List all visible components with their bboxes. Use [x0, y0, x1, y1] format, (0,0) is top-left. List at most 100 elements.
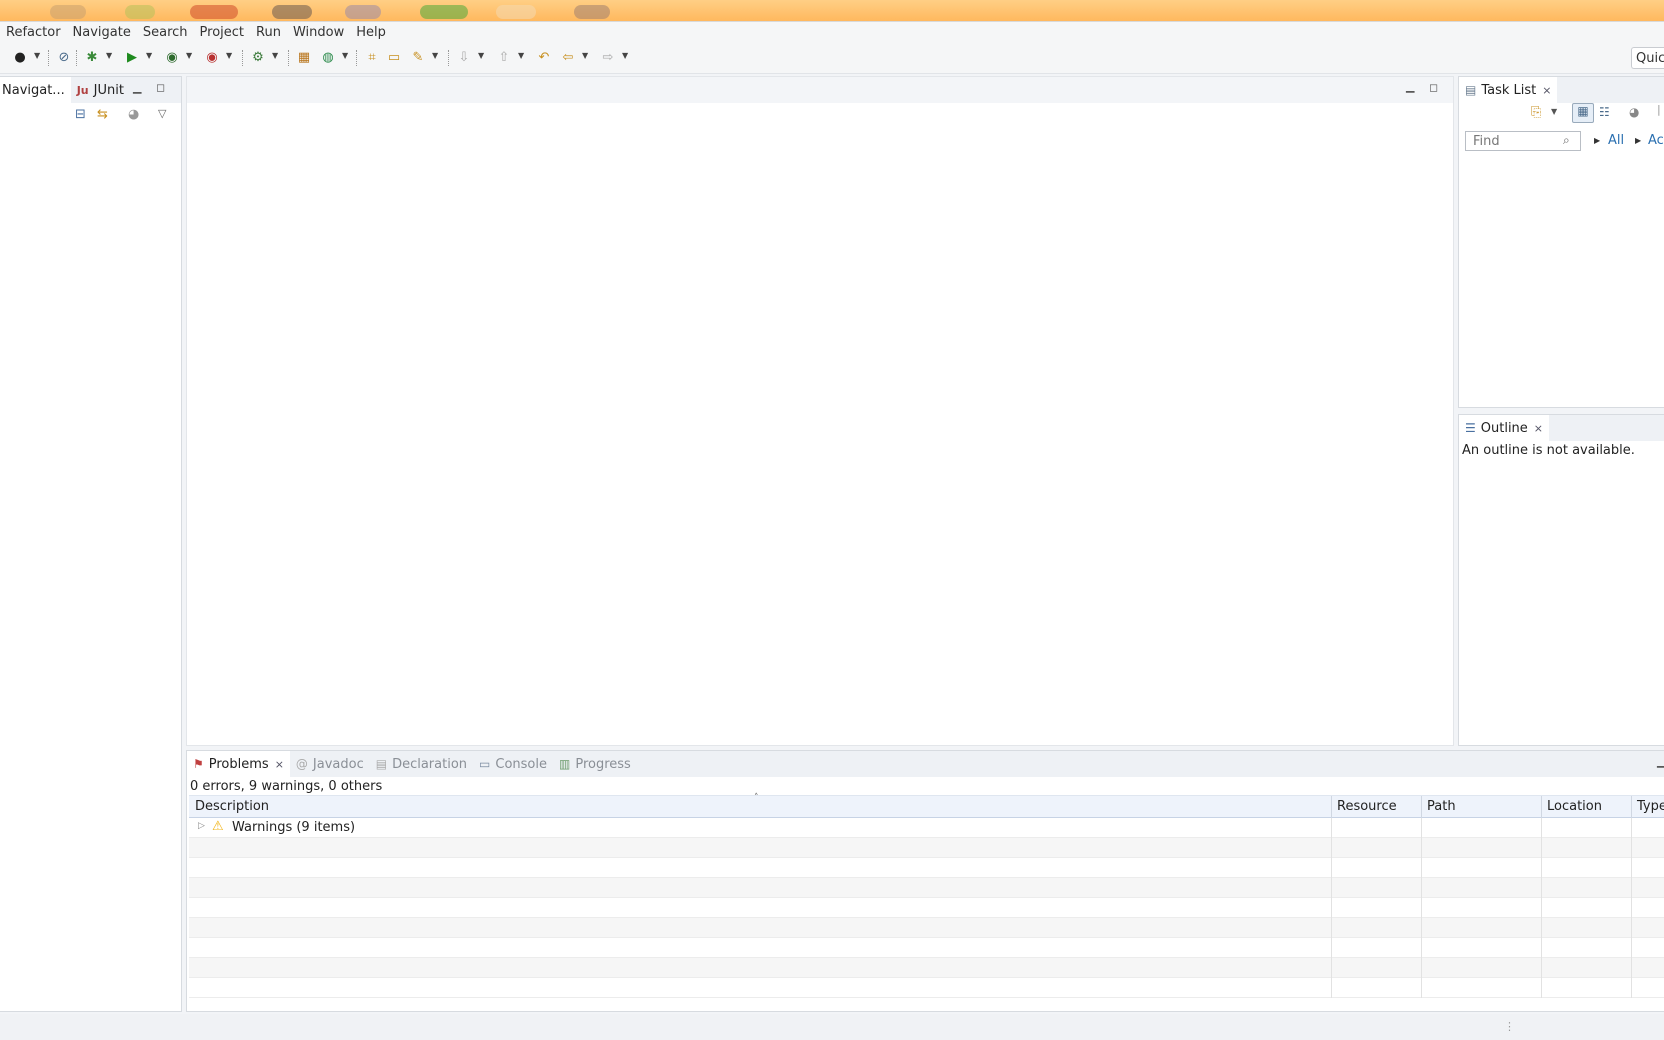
- taskbar-app-icon: [190, 5, 238, 19]
- table-cell: [1541, 958, 1542, 978]
- close-icon[interactable]: ⨯: [275, 758, 284, 771]
- external-tools-icon[interactable]: ◉: [204, 50, 220, 66]
- open-type-icon[interactable]: ⌗: [364, 50, 380, 66]
- task-filter-activate[interactable]: Ac: [1648, 133, 1664, 148]
- chevron-down-icon[interactable]: ▼: [622, 51, 631, 60]
- tab-javadoc[interactable]: @ Javadoc: [290, 751, 370, 777]
- navigator-tab-row: Navigat... Ju JUnit: [0, 77, 181, 103]
- tab-console[interactable]: ▭ Console: [473, 751, 553, 777]
- maximize-icon[interactable]: ◻: [1429, 81, 1438, 94]
- sort-ascending-icon: ˄: [754, 793, 759, 803]
- column-header-path[interactable]: Path: [1427, 799, 1456, 814]
- tab-progress[interactable]: ▥ Progress: [553, 751, 637, 777]
- tab-problems[interactable]: ⚑ Problems ⨯: [187, 751, 290, 777]
- search-icon[interactable]: ✎: [410, 50, 426, 66]
- new-package-icon[interactable]: ▦: [296, 50, 312, 66]
- tab-navigator[interactable]: Navigat...: [0, 77, 71, 103]
- run-icon[interactable]: ▶: [124, 50, 140, 66]
- menu-refactor[interactable]: Refactor: [0, 25, 67, 40]
- chevron-down-icon[interactable]: ▼: [186, 51, 195, 60]
- view-menu-icon[interactable]: ▽: [158, 107, 166, 120]
- status-bar: ⋮: [0, 1014, 1664, 1040]
- minimize-icon[interactable]: ▁: [1657, 755, 1664, 768]
- column-header-resource[interactable]: Resource: [1337, 799, 1397, 814]
- last-edit-location-icon[interactable]: ↶: [536, 50, 552, 66]
- menu-run[interactable]: Run: [250, 25, 287, 40]
- debug-icon[interactable]: ✱: [84, 50, 100, 66]
- close-icon[interactable]: ⨯: [1542, 84, 1551, 97]
- menu-search[interactable]: Search: [137, 25, 194, 40]
- chevron-down-icon[interactable]: ▼: [582, 51, 591, 60]
- tab-outline[interactable]: ☰ Outline ⨯: [1459, 415, 1550, 441]
- previous-annotation-icon[interactable]: ⇧: [496, 50, 512, 66]
- menu-project[interactable]: Project: [194, 25, 250, 40]
- tab-declaration[interactable]: ▤ Declaration: [370, 751, 473, 777]
- column-header-location[interactable]: Location: [1547, 799, 1602, 814]
- menu-navigate[interactable]: Navigate: [67, 25, 137, 40]
- chevron-down-icon[interactable]: ▼: [226, 51, 235, 60]
- chevron-down-icon[interactable]: ▼: [518, 51, 527, 60]
- menu-window[interactable]: Window: [287, 25, 350, 40]
- table-cell: [1331, 818, 1332, 838]
- skip-breakpoints-icon[interactable]: ⊘: [56, 50, 72, 66]
- back-arrow-icon[interactable]: ⇦: [560, 50, 576, 66]
- chevron-down-icon[interactable]: ▼: [342, 51, 351, 60]
- filter-icon[interactable]: ◕: [128, 107, 139, 122]
- table-cell: [1421, 878, 1422, 898]
- column-header-type[interactable]: Type: [1637, 799, 1664, 814]
- chevron-right-icon[interactable]: ▶: [1635, 136, 1641, 145]
- search-icon[interactable]: ⌕: [1563, 133, 1570, 148]
- open-task-icon[interactable]: ▭: [386, 50, 402, 66]
- chevron-down-icon[interactable]: ▼: [106, 51, 115, 60]
- editor-area[interactable]: ▁ ◻: [186, 76, 1454, 746]
- toolbar-separator: [448, 50, 449, 66]
- chevron-down-icon[interactable]: ▼: [478, 51, 487, 60]
- task-list-icon: ▤: [1465, 83, 1477, 97]
- column-header-description[interactable]: Description: [195, 799, 269, 814]
- column-divider[interactable]: [1331, 796, 1332, 818]
- categorized-view-icon[interactable]: ▦: [1572, 103, 1594, 123]
- taskbar-app-icon: [125, 5, 155, 19]
- column-divider[interactable]: [1541, 796, 1542, 818]
- table-cell: [1421, 958, 1422, 978]
- link-with-editor-icon[interactable]: ⇆: [97, 107, 108, 122]
- new-server-icon[interactable]: ⚙: [250, 50, 266, 66]
- menu-help[interactable]: Help: [350, 25, 392, 40]
- table-cell: [1631, 938, 1632, 958]
- chevron-right-icon[interactable]: ▶: [1594, 136, 1600, 145]
- new-task-icon[interactable]: ⎘: [1531, 105, 1541, 120]
- collapse-all-icon[interactable]: ⊟: [75, 107, 86, 122]
- table-cell: [1541, 878, 1542, 898]
- column-divider[interactable]: [1631, 796, 1632, 818]
- table-cell: [1631, 978, 1632, 998]
- coverage-icon[interactable]: ◉: [164, 50, 180, 66]
- minimize-icon[interactable]: ▁: [133, 81, 141, 94]
- status-bar-grip[interactable]: ⋮: [1504, 1020, 1515, 1033]
- column-divider[interactable]: [1421, 796, 1422, 818]
- focus-icon[interactable]: ◕: [1629, 105, 1639, 119]
- scheduled-view-icon[interactable]: ☷: [1599, 105, 1610, 119]
- task-filter-all[interactable]: All: [1608, 133, 1624, 148]
- chevron-down-icon[interactable]: ▼: [1551, 107, 1557, 116]
- user-icon[interactable]: ●: [12, 50, 28, 66]
- chevron-down-icon[interactable]: ▼: [146, 51, 155, 60]
- next-annotation-icon[interactable]: ⇩: [456, 50, 472, 66]
- tab-task-list[interactable]: ▤ Task List ⨯: [1459, 77, 1558, 103]
- close-icon[interactable]: ⨯: [1534, 422, 1543, 435]
- table-row[interactable]: ▷ ⚠ Warnings (9 items): [189, 818, 1664, 838]
- new-class-icon[interactable]: ◍: [320, 50, 336, 66]
- expand-arrow-icon[interactable]: ▷: [198, 821, 205, 831]
- quick-access-input[interactable]: Quick: [1631, 47, 1664, 69]
- tab-junit[interactable]: Ju JUnit: [71, 77, 130, 103]
- chevron-down-icon[interactable]: ▼: [432, 51, 441, 60]
- table-row: [189, 958, 1664, 978]
- minimize-icon[interactable]: ▁: [1406, 80, 1414, 93]
- table-cell: [1331, 938, 1332, 958]
- chevron-down-icon[interactable]: ▼: [272, 51, 281, 60]
- forward-arrow-icon[interactable]: ⇨: [600, 50, 616, 66]
- chevron-down-icon[interactable]: ▼: [34, 51, 43, 60]
- problems-icon: ⚑: [193, 757, 204, 771]
- table-cell: [1421, 978, 1422, 998]
- navigator-panel: Navigat... Ju JUnit ▁ ◻ ⊟ ⇆ ◕ ▽: [0, 76, 182, 1012]
- maximize-icon[interactable]: ◻: [156, 81, 165, 94]
